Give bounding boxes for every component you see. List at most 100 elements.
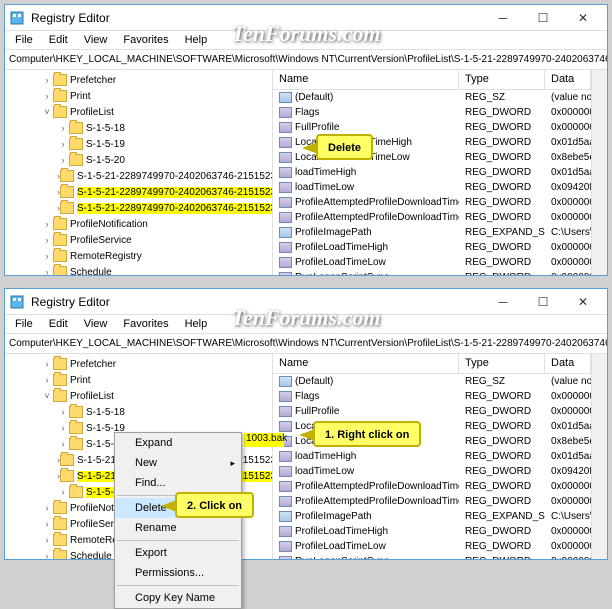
col-type[interactable]: Type — [459, 70, 545, 89]
value-row[interactable]: ProfileAttemptedProfileDownloadTimeHighR… — [273, 479, 591, 494]
expand-toggle-icon[interactable]: › — [57, 139, 69, 149]
value-row[interactable]: FullProfileREG_DWORD0x00000001 (1) — [273, 120, 591, 135]
value-row[interactable]: ProfileAttemptedProfileDownloadTimeLowRE… — [273, 494, 591, 509]
address-bar[interactable]: Computer\HKEY_LOCAL_MACHINE\SOFTWARE\Mic… — [5, 50, 607, 70]
expand-toggle-icon[interactable]: › — [41, 551, 53, 559]
menu-favorites[interactable]: Favorites — [115, 32, 176, 48]
tree-item[interactable]: ˅ProfileList — [5, 104, 272, 120]
expand-toggle-icon[interactable]: › — [41, 375, 53, 385]
value-row[interactable]: FlagsREG_DWORD0x00000000 (0) — [273, 105, 591, 120]
value-row[interactable]: loadTimeHighREG_DWORD0x01d5aac7 (3078010… — [273, 165, 591, 180]
expand-toggle-icon[interactable]: › — [41, 219, 53, 229]
tree-item[interactable]: ›S-1-5-18 — [5, 404, 272, 420]
value-row[interactable]: ProfileLoadTimeLowREG_DWORD0x00000000 (0… — [273, 539, 591, 554]
close-button[interactable]: ✕ — [563, 7, 603, 29]
expand-toggle-icon[interactable]: › — [41, 519, 53, 529]
ctx-new[interactable]: New — [115, 453, 241, 473]
expand-toggle-icon[interactable]: › — [57, 155, 69, 165]
col-data[interactable]: Data — [545, 70, 591, 89]
titlebar[interactable]: Registry Editor ─ ☐ ✕ — [5, 5, 607, 31]
value-row[interactable]: RunLogonScriptSyncREG_DWORD0x00000000 (0… — [273, 270, 591, 275]
list-header[interactable]: Name Type Data — [273, 70, 591, 90]
menu-edit[interactable]: Edit — [41, 32, 76, 48]
tree-item[interactable]: ›S-1-5-18 — [5, 120, 272, 136]
close-button[interactable]: ✕ — [563, 291, 603, 313]
value-list[interactable]: Name Type Data (Default)REG_SZ(value not… — [273, 354, 591, 559]
expand-toggle-icon[interactable]: › — [41, 75, 53, 85]
value-row[interactable]: loadTimeLowREG_DWORD0x09420fb0 (15532433… — [273, 180, 591, 195]
menu-help[interactable]: Help — [177, 32, 216, 48]
tree-item[interactable]: ›S-1-5-21-2289749970-2402063746-21515230… — [5, 168, 272, 184]
ctx-find[interactable]: Find... — [115, 473, 241, 493]
maximize-button[interactable]: ☐ — [523, 291, 563, 313]
value-row[interactable]: ProfileLoadTimeLowREG_DWORD0x00000000 (0… — [273, 255, 591, 270]
key-tree[interactable]: ›Prefetcher›Print˅ProfileList›S-1-5-18›S… — [5, 70, 273, 275]
list-header[interactable]: Name Type Data — [273, 354, 591, 374]
expand-toggle-icon[interactable]: › — [57, 439, 69, 449]
expand-toggle-icon[interactable]: › — [41, 503, 53, 513]
value-list[interactable]: Name Type Data (Default)REG_SZ(value not… — [273, 70, 591, 275]
tree-item[interactable]: ›Schedule — [5, 264, 272, 275]
menu-favorites[interactable]: Favorites — [115, 316, 176, 332]
menu-help[interactable]: Help — [177, 316, 216, 332]
tree-item[interactable]: ›ProfileNotification — [5, 216, 272, 232]
value-row[interactable]: ProfileLoadTimeHighREG_DWORD0x00000000 (… — [273, 524, 591, 539]
value-row[interactable]: FullProfileREG_DWORD0x00000001 (1) — [273, 404, 591, 419]
scrollbar-vertical[interactable] — [591, 70, 607, 275]
tree-item[interactable]: ›Print — [5, 372, 272, 388]
value-row[interactable]: loadTimeHighREG_DWORD0x01d5aac7 (3078010… — [273, 449, 591, 464]
expand-toggle-icon[interactable]: › — [41, 235, 53, 245]
col-data[interactable]: Data — [545, 354, 591, 373]
expand-toggle-icon[interactable]: › — [57, 123, 69, 133]
menu-file[interactable]: File — [7, 32, 41, 48]
minimize-button[interactable]: ─ — [483, 291, 523, 313]
value-row[interactable]: (Default)REG_SZ(value not set) — [273, 374, 591, 389]
tree-item[interactable]: ›RemoteRegistry — [5, 248, 272, 264]
value-row[interactable]: RunLogonScriptSyncREG_DWORD0x00000000 (0… — [273, 554, 591, 559]
menu-edit[interactable]: Edit — [41, 316, 76, 332]
value-row[interactable]: FlagsREG_DWORD0x00000000 (0) — [273, 389, 591, 404]
expand-toggle-icon[interactable]: ˅ — [41, 391, 53, 401]
ctx-rename[interactable]: Rename — [115, 518, 241, 538]
menu-view[interactable]: View — [76, 32, 116, 48]
maximize-button[interactable]: ☐ — [523, 7, 563, 29]
tree-item[interactable]: ›S-1-5-19 — [5, 136, 272, 152]
value-row[interactable]: (Default)REG_SZ(value not set) — [273, 90, 591, 105]
ctx-copy-key-name[interactable]: Copy Key Name — [115, 588, 241, 608]
expand-toggle-icon[interactable]: › — [41, 91, 53, 101]
expand-toggle-icon[interactable]: › — [57, 423, 69, 433]
expand-toggle-icon[interactable]: › — [41, 267, 53, 275]
menu-view[interactable]: View — [76, 316, 116, 332]
value-row[interactable]: ProfileAttemptedProfileDownloadTimeLowRE… — [273, 210, 591, 225]
tree-item[interactable]: ›Prefetcher — [5, 356, 272, 372]
expand-toggle-icon[interactable]: › — [57, 407, 69, 417]
value-row[interactable]: ProfileAttemptedProfileDownloadTimeHighR… — [273, 195, 591, 210]
ctx-export[interactable]: Export — [115, 543, 241, 563]
tree-item[interactable]: ˅ProfileList — [5, 388, 272, 404]
tree-item[interactable]: ›S-1-5-21-2289749970-2402063746-21515230… — [5, 184, 272, 200]
tree-item[interactable]: ›Print — [5, 88, 272, 104]
address-bar[interactable]: Computer\HKEY_LOCAL_MACHINE\SOFTWARE\Mic… — [5, 334, 607, 354]
expand-toggle-icon[interactable]: › — [41, 251, 53, 261]
minimize-button[interactable]: ─ — [483, 7, 523, 29]
scrollbar-vertical[interactable] — [591, 354, 607, 559]
tree-item[interactable]: ›S-1-5-21-2289749970-2402063746-21515230… — [5, 200, 272, 216]
expand-toggle-icon[interactable]: ˅ — [41, 107, 53, 117]
tree-item[interactable]: ›ProfileService — [5, 232, 272, 248]
tree-item[interactable]: ›Prefetcher — [5, 72, 272, 88]
col-name[interactable]: Name — [273, 70, 459, 89]
tree-item[interactable]: ›S-1-5-20 — [5, 152, 272, 168]
expand-toggle-icon[interactable]: › — [41, 535, 53, 545]
expand-toggle-icon[interactable]: › — [41, 359, 53, 369]
value-row[interactable]: ProfileImagePathREG_EXPAND_SZC:\Users\Br… — [273, 225, 591, 240]
ctx-permissions[interactable]: Permissions... — [115, 563, 241, 583]
ctx-expand[interactable]: Expand — [115, 433, 241, 453]
col-type[interactable]: Type — [459, 354, 545, 373]
value-row[interactable]: loadTimeLowREG_DWORD0x09420fb0 (15532433… — [273, 464, 591, 479]
expand-toggle-icon[interactable]: › — [57, 487, 69, 497]
menu-file[interactable]: File — [7, 316, 41, 332]
titlebar[interactable]: Registry Editor ─ ☐ ✕ — [5, 289, 607, 315]
value-row[interactable]: ProfileLoadTimeHighREG_DWORD0x00000000 (… — [273, 240, 591, 255]
value-row[interactable]: ProfileImagePathREG_EXPAND_SZC:\Users\Br… — [273, 509, 591, 524]
col-name[interactable]: Name — [273, 354, 459, 373]
